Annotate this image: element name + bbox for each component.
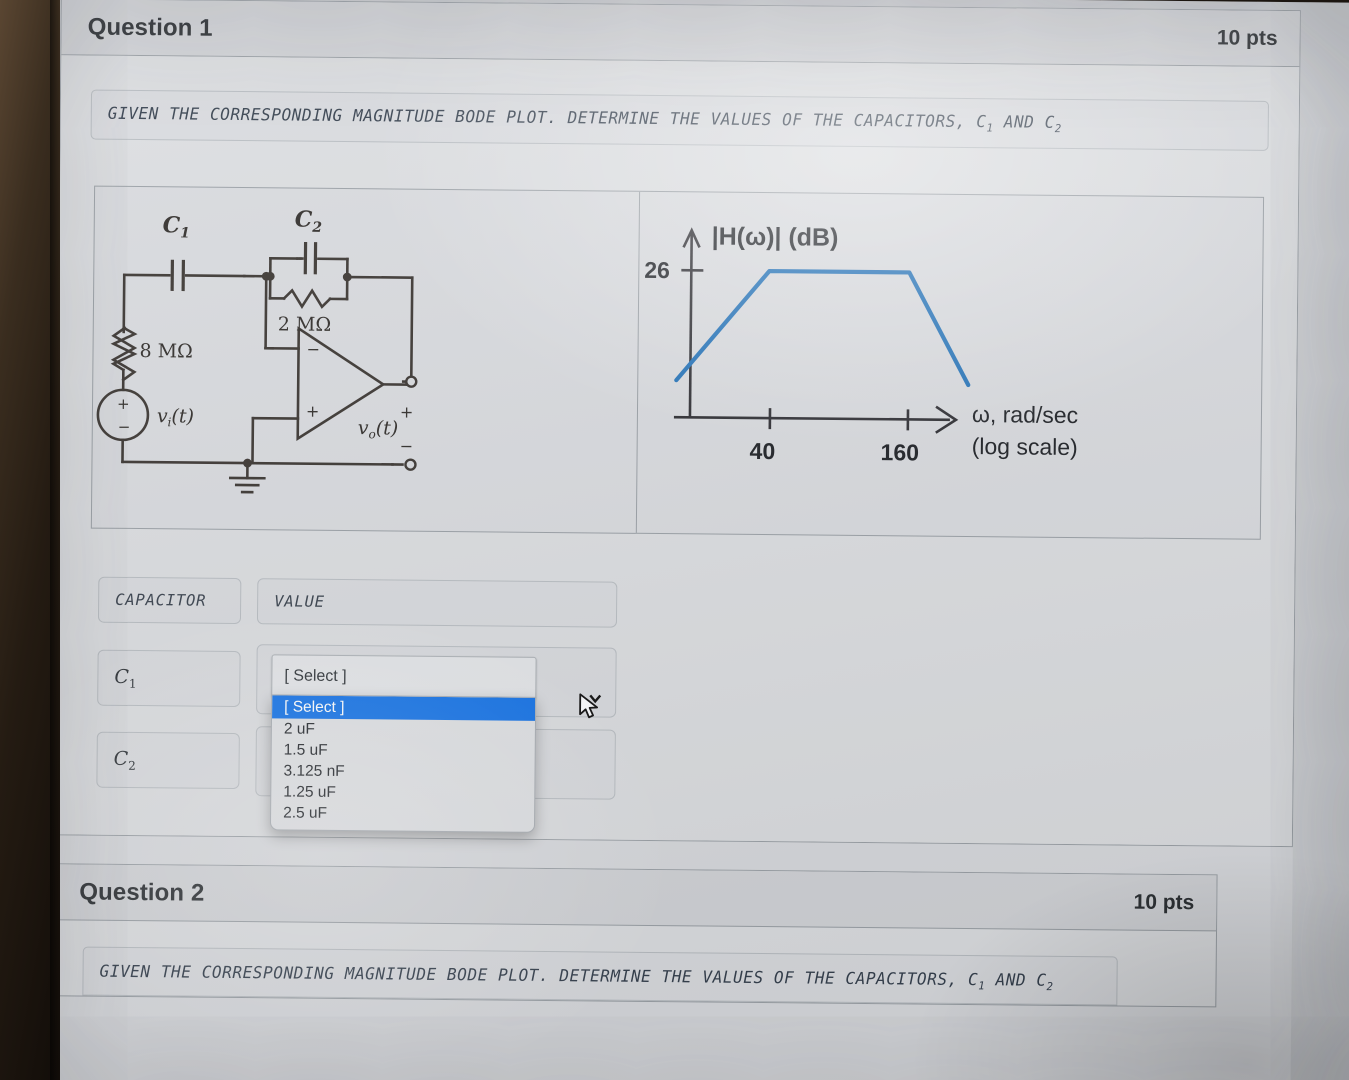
circuit-label-r-feedback: 2 MΩ [278, 314, 332, 337]
question-card-1: Question 1 10 pts GIVEN THE CORRESPONDIN… [18, 0, 1301, 848]
prompt-c2-subscript: 2 [1054, 122, 1062, 136]
answer-table-header-row: CAPACITOR VALUE [97, 576, 1264, 634]
circuit-label-vout: vo(t) [358, 417, 399, 441]
dropdown-option[interactable]: 1.25 uF [271, 782, 534, 806]
dropdown-option[interactable]: 3.125 nF [271, 761, 534, 785]
prompt-and: AND [985, 970, 1037, 990]
capacitor-name-c2: C2 [113, 747, 136, 773]
dropdown-option[interactable]: 1.5 uF [272, 740, 535, 764]
output-plus: + [400, 403, 414, 422]
prompt-text: GIVEN THE CORRESPONDING MAGNITUDE BODE P… [99, 962, 1070, 994]
opamp-minus: − [306, 340, 320, 359]
capacitor-name-c1-subscript: 1 [128, 676, 137, 691]
answer-table: CAPACITOR VALUE C1 [Select] [Select]… [96, 576, 1264, 834]
source-plus: + [117, 395, 130, 413]
prompt-box: GIVEN THE CORRESPONDING MAGNITUDE BODE P… [90, 89, 1269, 152]
question-card-2: Question 2 10 pts GIVEN THE CORRESPONDIN… [10, 863, 1218, 1007]
output-minus: − [400, 437, 414, 456]
prompt-c1: C [967, 970, 979, 990]
question-title: Question 2 [79, 878, 205, 907]
circuit-label-vin: vi(t) [157, 406, 194, 430]
circuit-label-c1: C1 [163, 213, 191, 242]
bode-y-tick-26: 26 [644, 257, 670, 283]
prompt-text: GIVEN THE CORRESPONDING MAGNITUDE BODE P… [108, 104, 1218, 137]
header-label-value: VALUE [274, 592, 325, 612]
dropdown-option[interactable]: [ Select ] [272, 695, 536, 722]
value-select-c1-text: [ Select ] [284, 667, 347, 686]
header-cell-value: VALUE [256, 578, 618, 628]
monitor-bezel [0, 0, 60, 1080]
capacitor-name-c1-letter: C [114, 665, 130, 688]
capacitor-name-c2-subscript: 2 [128, 758, 136, 773]
prompt-c2-subscript: 2 [1046, 980, 1054, 994]
screen-surface: Question 1 10 pts GIVEN THE CORRESPONDIN… [10, 0, 1349, 1080]
header-cell-capacitor: CAPACITOR [97, 576, 242, 625]
question-points: 10 pts [1216, 25, 1278, 50]
question-body-1: GIVEN THE CORRESPONDING MAGNITUDE BODE P… [53, 55, 1300, 847]
bode-x-tick-40: 40 [749, 438, 775, 464]
figure-panel: C1 C2 8 MΩ 2 MΩ vi(t) vo(t) + − − + + − … [90, 185, 1265, 541]
question-card-2-wrapper: Question 2 10 pts GIVEN THE CORRESPONDIN… [10, 863, 1292, 1008]
prompt-and: AND [993, 112, 1045, 132]
answer-row-c1: C1 [ Select ] [ Select ] 2 uF 1.5 uF 3.1… [97, 643, 1264, 834]
bode-x-axis-title-line1: ω, rad/sec [972, 401, 1078, 428]
prompt-c2: C [1036, 970, 1047, 991]
opamp-plus: + [306, 402, 320, 421]
header-label-capacitor: CAPACITOR [115, 591, 207, 610]
circuit-label-r-input: 8 MΩ [139, 340, 193, 363]
dropdown-option[interactable]: 2.5 uF [271, 803, 534, 827]
prompt-main: GIVEN THE CORRESPONDING MAGNITUDE BODE P… [107, 103, 977, 132]
bode-curve [674, 269, 971, 388]
bode-y-axis-title: |H(ω)| (dB) [712, 223, 839, 252]
question-points: 10 pts [1133, 890, 1195, 914]
row-label-c1: C1 [97, 649, 241, 708]
row-label-c2: C2 [96, 731, 240, 790]
circuit-diagram: C1 C2 8 MΩ 2 MΩ vi(t) vo(t) + − − + + − [91, 186, 641, 534]
row-value-c1: [ Select ] [ Select ] 2 uF 1.5 uF 3.125 … [256, 644, 617, 834]
bode-x-axis-title-line2: (log scale) [972, 433, 1078, 460]
capacitor-name-c1: C1 [114, 666, 136, 691]
photo-frame: Question 1 10 pts GIVEN THE CORRESPONDIN… [0, 0, 1349, 1080]
prompt-c1: C [976, 112, 987, 132]
bode-x-tick-160: 160 [880, 439, 919, 465]
prompt-box: GIVEN THE CORRESPONDING MAGNITUDE BODE P… [82, 946, 1118, 1006]
prompt-main: GIVEN THE CORRESPONDING MAGNITUDE BODE P… [99, 961, 969, 990]
value-dropdown-c1[interactable]: [ Select ] 2 uF 1.5 uF 3.125 nF 1.25 uF … [269, 694, 537, 834]
quiz-page: Question 1 10 pts GIVEN THE CORRESPONDIN… [10, 0, 1301, 1080]
question-title: Question 1 [87, 13, 213, 42]
prompt-c2: C [1044, 112, 1055, 132]
dropdown-option[interactable]: 2 uF [272, 719, 535, 743]
capacitor-name-c2-letter: C [113, 747, 129, 770]
bode-plot: |H(ω)| (dB) 26 40 160 ω, rad/sec (log sc… [637, 192, 1263, 539]
question-body-2: GIVEN THE CORRESPONDING MAGNITUDE BODE P… [52, 921, 1216, 1006]
circuit-label-c2: C2 [295, 207, 323, 236]
source-minus: − [118, 418, 131, 436]
